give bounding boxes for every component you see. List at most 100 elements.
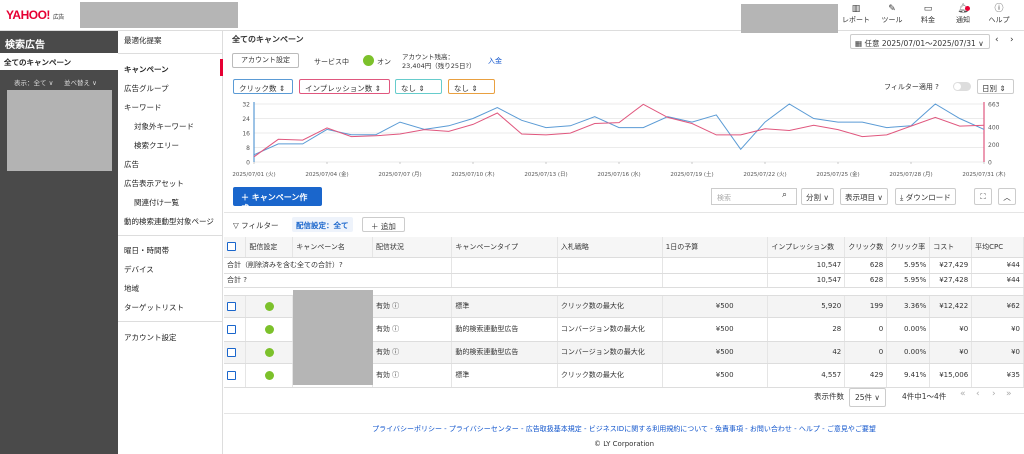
nav-region[interactable]: 地域: [124, 283, 139, 294]
next-page-button[interactable]: ›: [992, 389, 996, 399]
col-cost[interactable]: コスト: [929, 237, 973, 258]
date-range-picker[interactable]: ▦ 任意 2025/07/01〜2025/07/31 ∨: [850, 34, 990, 49]
nav-device[interactable]: デバイス: [124, 264, 154, 275]
display-filter-dropdown[interactable]: 表示：全て ∨: [14, 77, 53, 87]
search-icon[interactable]: ⌕: [782, 190, 787, 200]
col-clicks[interactable]: クリック数: [844, 237, 888, 258]
report-icon: ▥: [851, 4, 861, 14]
nav-ad[interactable]: 広告: [124, 159, 139, 170]
y-right-tick-label: 400: [988, 125, 1000, 132]
fullscreen-icon[interactable]: ⛶: [974, 188, 992, 205]
col-cpc[interactable]: 平均CPC: [971, 237, 1024, 258]
sidebar-title: 検索広告: [5, 40, 45, 51]
billing-icon: ▭: [923, 4, 933, 14]
delivery-on-icon[interactable]: [264, 324, 274, 334]
nav-dsa-target[interactable]: 動的検索連動型対象ページ: [124, 216, 214, 227]
total-label: 合計 ?: [224, 273, 453, 288]
sidebar-all-campaigns[interactable]: 全てのキャンペーン: [0, 53, 118, 70]
sort-dropdown[interactable]: 並べ替え ∨: [64, 77, 97, 87]
y-right-tick-label: 200: [988, 142, 1000, 149]
balance-value: 23,404円（残り25日?）: [402, 62, 476, 70]
nav-keyword[interactable]: キーワード: [124, 102, 162, 113]
date-prev-button[interactable]: ‹: [995, 35, 999, 45]
row-checkbox[interactable]: [227, 370, 236, 380]
granularity-select[interactable]: 日別 ⇕: [977, 79, 1014, 94]
tool-button[interactable]: ✎ ツール: [876, 4, 908, 25]
col-ctr[interactable]: クリック率: [886, 237, 931, 258]
service-status-icon: [363, 55, 374, 66]
nav-negative-keyword[interactable]: 対象外キーワード: [134, 121, 194, 132]
row-checkbox[interactable]: [227, 347, 236, 357]
delivery-on-icon[interactable]: [264, 370, 274, 380]
deposit-link[interactable]: 入金: [488, 56, 502, 66]
metric1-select[interactable]: クリック数 ⇕: [233, 79, 293, 94]
metric2-select[interactable]: インプレッション数 ⇕: [299, 79, 390, 94]
col-impressions[interactable]: インプレッション数: [767, 237, 846, 258]
nav-campaign[interactable]: キャンペーン: [124, 64, 169, 75]
nav-ad-asset[interactable]: 広告表示アセット: [124, 178, 184, 189]
x-tick-label: 2025/07/04 (金): [305, 170, 348, 178]
nav-schedule[interactable]: 曜日・時間帯: [124, 245, 169, 256]
nav-account-settings[interactable]: アカウント設定: [124, 332, 177, 343]
page-title: 全てのキャンペーン: [232, 35, 304, 44]
y-left-tick-label: 32: [242, 102, 250, 109]
x-tick-label: 2025/07/31 (木): [962, 170, 1005, 178]
x-tick-label: 2025/07/01 (火): [232, 172, 275, 178]
collapse-icon[interactable]: ︿: [998, 188, 1016, 205]
col-delivery[interactable]: 配信設定: [245, 237, 294, 258]
col-campaign-name[interactable]: キャンペーン名: [292, 237, 373, 258]
notification-button[interactable]: 🔔︎ 通知: [947, 4, 979, 25]
metric3-select[interactable]: なし ⇕: [395, 79, 442, 94]
total-deleted-row: 合計（削除済みを含む全ての合計）? 10,547 628 5.95% ¥27,4…: [224, 257, 1024, 274]
help-button[interactable]: ⓘ ヘルプ: [983, 4, 1015, 25]
first-page-button[interactable]: «: [960, 389, 966, 399]
create-campaign-button[interactable]: ＋ キャンペーン作成: [233, 187, 322, 213]
y-left-tick-label: 0: [246, 160, 250, 167]
nav-search-query[interactable]: 検索クエリー: [134, 140, 179, 151]
col-status[interactable]: 配信状況: [372, 237, 453, 258]
sub-nav: [118, 31, 223, 454]
filter-label[interactable]: ▽ フィルター: [233, 220, 279, 231]
download-button[interactable]: ⤓ ダウンロード: [895, 188, 956, 205]
delivery-on-icon[interactable]: [264, 347, 274, 357]
nav-target-list[interactable]: ターゲットリスト: [124, 302, 184, 313]
performance-chart: 0 8 16 24 32 0 200 400 663 2025/07/01 (火) 2025/07/…: [232, 102, 1005, 179]
filter-chip[interactable]: 配信設定：全て: [292, 217, 353, 232]
page-range: 4件中1〜4件: [902, 392, 947, 401]
y-right-tick-label: 663: [988, 102, 1000, 109]
display-items-button[interactable]: 表示項目 ∨: [840, 188, 888, 205]
x-tick-label: 2025/07/13 (日): [524, 171, 567, 178]
service-status: オン: [377, 58, 391, 66]
x-tick-label: 2025/07/10 (木): [451, 170, 494, 178]
date-next-button[interactable]: ›: [1010, 35, 1014, 45]
total-row: 合計 ? 10,547 628 5.95% ¥27,428 ¥44: [224, 273, 1024, 288]
nav-association-list[interactable]: 関連付け一覧: [134, 197, 179, 208]
row-checkbox[interactable]: [227, 301, 236, 311]
col-budget[interactable]: 1日の予算: [662, 237, 769, 258]
nav-optimization[interactable]: 最適化提案: [124, 35, 162, 46]
col-type[interactable]: キャンペーンタイプ: [451, 237, 558, 258]
filter-apply-label: フィルター適用 ?: [884, 83, 939, 91]
yahoo-logo[interactable]: YAHOO! 広告: [6, 8, 64, 22]
user-account-menu[interactable]: [741, 4, 838, 33]
nav-ad-group[interactable]: 広告グループ: [124, 83, 169, 94]
select-all-checkbox[interactable]: [227, 242, 236, 252]
report-button[interactable]: ▥ レポート: [840, 4, 872, 25]
per-page-select[interactable]: 25件 ∨: [849, 388, 886, 407]
last-page-button[interactable]: »: [1006, 389, 1012, 399]
billing-button[interactable]: ▭ 料金: [912, 4, 944, 25]
x-tick-label: 2025/07/16 (水): [597, 170, 640, 178]
account-settings-button[interactable]: アカウント設定: [232, 53, 299, 68]
x-tick-label: 2025/07/07 (月): [378, 171, 421, 178]
nav-active-indicator: [220, 59, 223, 76]
prev-page-button[interactable]: ‹: [976, 389, 980, 399]
filter-apply-toggle[interactable]: [953, 82, 971, 91]
add-filter-button[interactable]: ＋ 追加: [362, 217, 405, 232]
row-checkbox[interactable]: [227, 324, 236, 334]
delivery-on-icon[interactable]: [264, 301, 274, 311]
split-button[interactable]: 分割 ∨: [801, 188, 834, 205]
metric4-select[interactable]: なし ⇕: [448, 79, 495, 94]
col-bid[interactable]: 入札戦略: [557, 237, 663, 258]
footer-links[interactable]: プライバシーポリシー - プライバシーセンター - 広告取扱基本規定 - ビジネ…: [224, 424, 1024, 434]
account-selector[interactable]: [80, 2, 238, 28]
